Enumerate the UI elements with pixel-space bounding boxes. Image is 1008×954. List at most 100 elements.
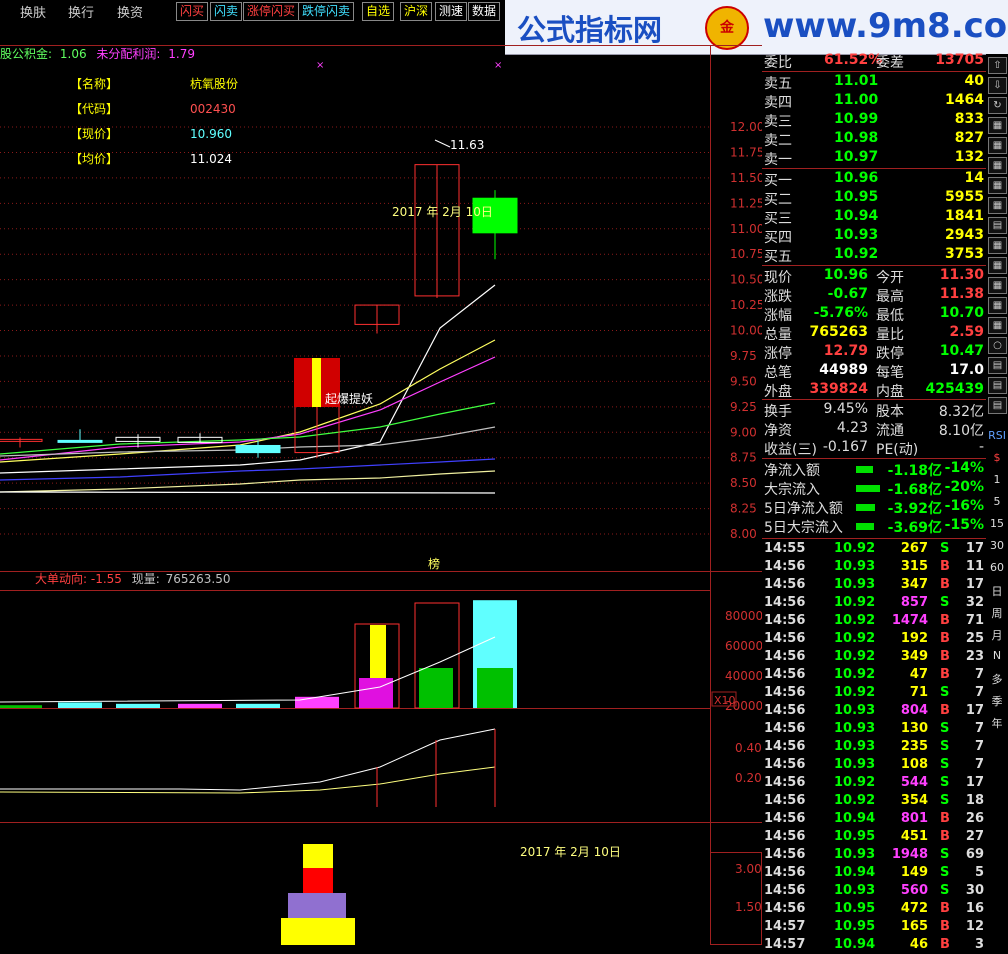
tick-row[interactable]: 14:56 10.93 347 B 17 xyxy=(762,576,986,594)
tick-row[interactable]: 14:55 10.92 267 S 17 xyxy=(762,540,986,558)
period-button[interactable]: 5 xyxy=(988,495,1006,508)
quote-row[interactable]: 外盘 339824 内盘 425439 xyxy=(762,381,986,400)
tick-row[interactable]: 14:56 10.92 1474 B 71 xyxy=(762,612,986,630)
tick-volume: 349 xyxy=(900,649,928,664)
tick-row[interactable]: 14:56 10.93 108 S 7 xyxy=(762,756,986,774)
tick-row[interactable]: 14:56 10.94 149 S 5 xyxy=(762,864,986,882)
down-arrow-icon[interactable]: ⇩ xyxy=(988,77,1007,94)
chart-icon[interactable]: ▤ xyxy=(988,377,1007,394)
tick-row[interactable]: 14:56 10.95 472 B 16 xyxy=(762,900,986,918)
data-button[interactable]: 数据 xyxy=(468,2,501,21)
flow-row[interactable]: 5日大宗流入 -3.69亿 -15% xyxy=(762,517,986,536)
signal-block-yellow xyxy=(312,358,321,407)
tick-row[interactable]: 14:56 10.92 544 S 17 xyxy=(762,774,986,792)
grid-icon[interactable]: ▦ xyxy=(988,177,1007,194)
shanghai-shenzhen-button[interactable]: 沪深 xyxy=(400,2,433,21)
tick-row[interactable]: 14:56 10.93 804 B 17 xyxy=(762,702,986,720)
quote-row[interactable]: 涨幅 -5.76% 最低 10.70 xyxy=(762,305,986,324)
bid-row[interactable]: 买五 10.92 3753 xyxy=(762,246,986,265)
ask-row[interactable]: 卖五 11.01 40 xyxy=(762,73,986,92)
quote-row[interactable]: 涨停 12.79 跌停 10.47 xyxy=(762,343,986,362)
panel-divider xyxy=(762,538,986,539)
up-arrow-icon[interactable]: ⇧ xyxy=(988,57,1007,74)
tick-row[interactable]: 14:56 10.92 354 S 18 xyxy=(762,792,986,810)
quote-row[interactable]: 涨跌 -0.67 最高 11.38 xyxy=(762,286,986,305)
grid-icon[interactable]: ▦ xyxy=(988,197,1007,214)
tick-row[interactable]: 14:56 10.92 349 B 23 xyxy=(762,648,986,666)
grid-icon[interactable]: ▦ xyxy=(988,137,1007,154)
period-button[interactable]: 1 xyxy=(988,473,1006,486)
tick-row[interactable]: 14:56 10.93 235 S 7 xyxy=(762,738,986,756)
ask-row[interactable]: 卖一 10.97 132 xyxy=(762,149,986,168)
speed-test-button[interactable]: 测速 xyxy=(435,2,468,21)
grid-icon[interactable]: ▦ xyxy=(988,317,1007,334)
bid-row[interactable]: 买四 10.93 2943 xyxy=(762,227,986,246)
tick-row[interactable]: 14:56 10.92 71 S 7 xyxy=(762,684,986,702)
grid-icon[interactable]: ▦ xyxy=(988,117,1007,134)
period-button[interactable]: 季 xyxy=(988,693,1006,709)
flash-sell-button[interactable]: 闪卖 xyxy=(210,2,243,21)
tick-row[interactable]: 14:56 10.93 1948 S 69 xyxy=(762,846,986,864)
watchlist-button[interactable]: 自选 xyxy=(362,2,395,21)
period-button[interactable]: RSI xyxy=(988,429,1006,442)
quote-label: 内盘 xyxy=(876,384,904,400)
menu-data[interactable]: 换资 xyxy=(117,2,143,21)
menu-skin[interactable]: 换肤 xyxy=(20,2,46,21)
flow-row[interactable]: 净流入额 -1.18亿 -14% xyxy=(762,460,986,479)
finance-row[interactable]: 净资 4.23 流通 8.10亿 xyxy=(762,420,986,439)
refresh-icon[interactable]: ↻ xyxy=(988,97,1007,114)
period-button[interactable]: N xyxy=(988,649,1006,662)
tick-volume: 47 xyxy=(909,667,928,682)
grid-icon[interactable]: ▦ xyxy=(988,237,1007,254)
period-button[interactable]: 多 xyxy=(988,671,1006,687)
tick-row[interactable]: 14:56 10.93 315 B 11 xyxy=(762,558,986,576)
tick-row[interactable]: 14:56 10.92 192 B 25 xyxy=(762,630,986,648)
circle-icon[interactable]: ○ xyxy=(988,337,1007,354)
wei-bi-row[interactable]: 委比 61.52% 委差 13705 xyxy=(762,52,986,71)
grid-icon[interactable]: ▦ xyxy=(988,297,1007,314)
ask-row[interactable]: 卖四 11.00 1464 xyxy=(762,92,986,111)
flash-buy-button[interactable]: 闪买 xyxy=(176,2,209,21)
period-button[interactable]: 日 xyxy=(988,583,1006,599)
period-button[interactable]: 30 xyxy=(988,539,1006,552)
grid-icon[interactable]: ▦ xyxy=(988,157,1007,174)
side-icon-bar: ⇧ ⇩ ↻ ▦ ▦ ▦ ▦ ▦ ▤ ▦ ▦ ▦ ▦ ▦ ○ ▤ ▤ ▤ RSI $1 5 15 30 60 日周月 N 多季年 xyxy=(986,54,1008,945)
stock-chart-area[interactable]: 12.00 11.75 11.50 11.25 11.00 10.75 10.50 10.25… xyxy=(0,22,762,945)
period-button[interactable]: 月 xyxy=(988,627,1006,643)
grid-icon[interactable]: ▦ xyxy=(988,257,1007,274)
chart-icon[interactable]: ▤ xyxy=(988,217,1007,234)
bid-row[interactable]: 买三 10.94 1841 xyxy=(762,208,986,227)
period-button[interactable]: 15 xyxy=(988,517,1006,530)
tick-row[interactable]: 14:56 10.92 47 B 7 xyxy=(762,666,986,684)
bid-row[interactable]: 买一 10.96 14 xyxy=(762,170,986,189)
limit-up-flash-buy-button[interactable]: 涨停闪买 xyxy=(243,2,300,21)
period-button[interactable]: $ xyxy=(988,451,1006,464)
tick-row[interactable]: 14:56 10.93 560 S 30 xyxy=(762,882,986,900)
quote-row[interactable]: 现价 10.96 今开 11.30 xyxy=(762,267,986,286)
tick-price: 10.92 xyxy=(834,613,876,628)
quote-row[interactable]: 总笔 44989 每笔 17.0 xyxy=(762,362,986,381)
period-button[interactable]: 60 xyxy=(988,561,1006,574)
quote-row[interactable]: 总量 765263 量比 2.59 xyxy=(762,324,986,343)
ask-row[interactable]: 卖三 10.99 833 xyxy=(762,111,986,130)
tick-row[interactable]: 14:56 10.92 857 S 32 xyxy=(762,594,986,612)
volume-bar-inner xyxy=(477,668,513,708)
tick-row[interactable]: 14:56 10.94 801 B 26 xyxy=(762,810,986,828)
flow-label: 5日大宗流入 xyxy=(764,520,843,536)
period-button[interactable]: 年 xyxy=(988,715,1006,731)
menu-row[interactable]: 换行 xyxy=(68,2,94,21)
grid-icon[interactable]: ▦ xyxy=(988,277,1007,294)
chart-icon[interactable]: ▤ xyxy=(988,357,1007,374)
tick-row[interactable]: 14:56 10.93 130 S 7 xyxy=(762,720,986,738)
finance-row[interactable]: 收益(三) -0.167 PE(动) - xyxy=(762,439,986,458)
bid-row[interactable]: 买二 10.95 5955 xyxy=(762,189,986,208)
limit-down-flash-sell-button[interactable]: 跌停闪卖 xyxy=(298,2,355,21)
tick-time: 14:56 xyxy=(764,793,806,808)
chart-icon[interactable]: ▤ xyxy=(988,397,1007,414)
tick-row[interactable]: 14:56 10.95 451 B 27 xyxy=(762,828,986,846)
tick-row[interactable]: 14:57 10.95 165 B 12 xyxy=(762,918,986,936)
ask-row[interactable]: 卖二 10.98 827 xyxy=(762,130,986,149)
tick-row[interactable]: 14:57 10.94 46 B 3 xyxy=(762,936,986,954)
period-button[interactable]: 周 xyxy=(988,605,1006,621)
finance-row[interactable]: 换手 9.45% 股本 8.32亿 xyxy=(762,401,986,420)
